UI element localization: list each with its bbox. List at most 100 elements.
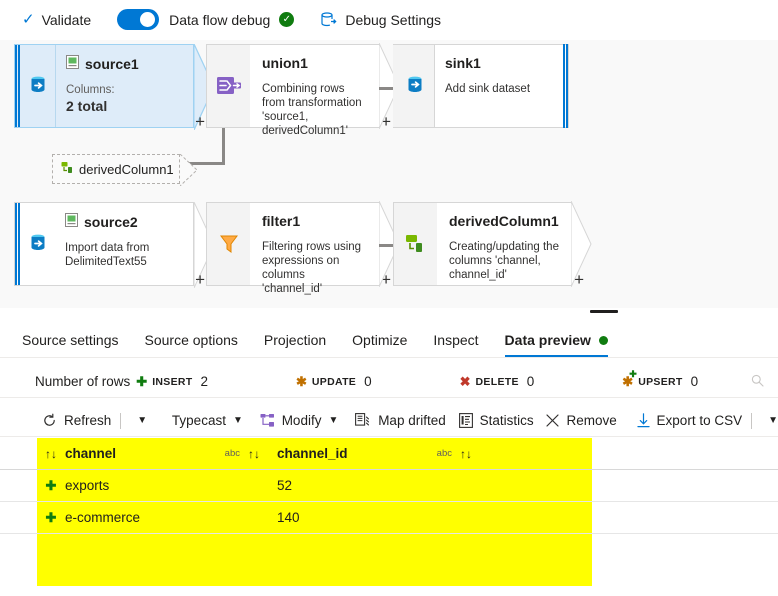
panel-tabs: Source settings Source options Projectio… (0, 320, 778, 358)
sort-updown-icon[interactable]: ↑↓ (460, 447, 472, 461)
table-row[interactable]: ✚ exports 52 (0, 470, 778, 502)
column-header-channel-id[interactable]: channel_id abc ↑↓ (277, 446, 472, 461)
cross-icon: ✖ (459, 374, 471, 389)
add-after-source1-button[interactable]: + (195, 113, 205, 130)
stat-value: 0 (690, 374, 699, 389)
filter-funnel-icon (206, 202, 250, 286)
canvas-node-union1[interactable]: union1 Combining rows from transformatio… (206, 43, 400, 137)
insert-plus-icon: ✚ (45, 509, 57, 525)
node-rail (393, 45, 435, 127)
modify-button[interactable]: Modify ▼ (260, 413, 339, 428)
stat-upsert: ✱ ✚ UPSERT 0 (622, 370, 699, 390)
node-chevron-edge (571, 201, 592, 287)
dataset-icon (65, 213, 78, 230)
cell-value: exports (65, 478, 110, 493)
typecast-button[interactable]: Typecast ▼ (172, 413, 243, 428)
cell-channel-id: 140 (277, 510, 472, 525)
sort-updown-icon[interactable]: ↑↓ (248, 447, 260, 461)
node-name: sink1 (445, 55, 481, 71)
tab-source-options[interactable]: Source options (145, 332, 238, 357)
tab-label: Inspect (433, 332, 479, 348)
tab-label: Source settings (22, 332, 119, 348)
bottom-panel: Source settings Source options Projectio… (0, 308, 778, 596)
cell-channel-id: 52 (277, 478, 472, 493)
chevron-down-icon: ▼ (328, 415, 339, 426)
node-description: Import data from DelimitedText55 (65, 242, 150, 268)
tab-optimize[interactable]: Optimize (352, 332, 407, 357)
header-sort-all[interactable]: ↑↓ (37, 446, 65, 461)
dataset-icon (66, 55, 79, 72)
node-description: Filtering rows using expressions on colu… (262, 241, 362, 295)
export-to-csv-button[interactable]: Export to CSV (636, 413, 742, 428)
validate-button[interactable]: ✓ Validate (22, 4, 91, 36)
node-body: source1 Columns: 2 total (55, 45, 193, 127)
column-name: channel_id (277, 446, 348, 461)
table-row[interactable]: ✚ e-commerce 140 (0, 502, 778, 534)
add-after-source2-button[interactable]: + (195, 271, 205, 288)
export-caret-icon[interactable]: ▼ (768, 415, 778, 426)
stat-key: UPDATE (311, 375, 357, 388)
modify-label: Modify (281, 413, 322, 428)
data-preview-grid[interactable]: ↑↓ channel abc ↑↓ channel_id abc ↑↓ ✚ ex… (0, 438, 778, 596)
reference-chevron-edge (180, 154, 198, 186)
modify-icon (260, 413, 275, 428)
tab-label: Source options (144, 332, 238, 348)
column-header-channel[interactable]: channel abc ↑↓ (65, 446, 260, 461)
tab-label: Data preview (504, 332, 591, 348)
statistics-button[interactable]: Statistics (458, 413, 534, 428)
validate-label: Validate (41, 11, 92, 28)
canvas-node-derivedcolumn1[interactable]: derivedColumn1 Creating/updating the col… (393, 201, 592, 288)
derived-column-icon (61, 161, 75, 178)
grid-header-row: ↑↓ channel abc ↑↓ channel_id abc ↑↓ (0, 438, 778, 470)
search-icon[interactable] (751, 374, 764, 390)
canvas-node-filter1[interactable]: filter1 Filtering rows using expressions… (206, 201, 400, 295)
column-type-label: abc (224, 448, 240, 459)
canvas-node-sink1[interactable]: sink1 Add sink dataset (393, 44, 569, 128)
data-flow-canvas[interactable]: source1 Columns: 2 total + union1 Combin… (0, 40, 778, 308)
column-type-label: abc (436, 448, 452, 459)
node-body: source2 Import data from DelimitedText55 (55, 203, 193, 285)
row-stats-bar: Number of rows ✚ INSERT 2 ✱ UPDATE 0 ✖ D… (0, 366, 778, 398)
columns-label: Columns: (66, 84, 115, 96)
stat-insert: ✚ INSERT 2 (136, 374, 208, 389)
refresh-button[interactable]: Refresh (42, 413, 111, 428)
node-name: filter1 (262, 213, 301, 229)
toolbar-separator (120, 412, 122, 429)
map-drifted-button[interactable]: Map drifted (355, 413, 446, 428)
node-description: Combining rows from transformation 'sour… (262, 83, 362, 137)
cell-value: 140 (277, 510, 300, 525)
canvas-node-source1[interactable]: source1 Columns: 2 total + (14, 44, 215, 130)
tab-data-preview[interactable]: Data preview (504, 332, 609, 357)
columns-count: 2 total (66, 98, 108, 114)
node-name: union1 (262, 55, 308, 71)
map-drifted-label: Map drifted (378, 413, 446, 428)
tab-projection[interactable]: Projection (264, 332, 326, 357)
preview-actions-toolbar: Refresh ▼ Typecast ▼ Modify ▼ Map drifte… (0, 405, 778, 437)
node-title-row: source2 (65, 213, 183, 230)
refresh-caret-icon[interactable]: ▼ (137, 415, 147, 426)
refresh-icon (42, 413, 57, 428)
column-name: channel (65, 446, 117, 461)
panel-resize-handle[interactable] (590, 310, 618, 313)
data-flow-designer: ✓ Validate Data flow debug ✓ Debug Setti… (0, 0, 778, 596)
row-change-marker: ✚ (37, 478, 65, 494)
union-icon (206, 44, 250, 128)
node-name: derivedColumn1 (449, 213, 559, 229)
canvas-node-source2[interactable]: source2 Import data from DelimitedText55… (14, 202, 215, 288)
tab-inspect[interactable]: Inspect (433, 332, 478, 357)
connector-union-down (222, 128, 225, 164)
reference-label: derivedColumn1 (79, 161, 174, 177)
remove-button[interactable]: Remove (546, 413, 617, 428)
debug-settings-button[interactable]: Debug Settings (320, 4, 441, 36)
sink-database-icon (404, 74, 426, 99)
data-flow-debug-toggle[interactable] (117, 9, 160, 30)
checkmark-icon: ✓ (22, 11, 35, 28)
insert-plus-icon: ✚ (45, 477, 57, 493)
tab-source-settings[interactable]: Source settings (22, 332, 119, 357)
toolbar-separator (751, 412, 753, 429)
stat-key: INSERT (152, 375, 193, 388)
canvas-reference-derivedcolumn1[interactable]: derivedColumn1 (52, 154, 198, 186)
stat-value: 0 (364, 374, 372, 389)
cell-channel: e-commerce (65, 510, 260, 525)
cell-channel: exports (65, 478, 260, 493)
